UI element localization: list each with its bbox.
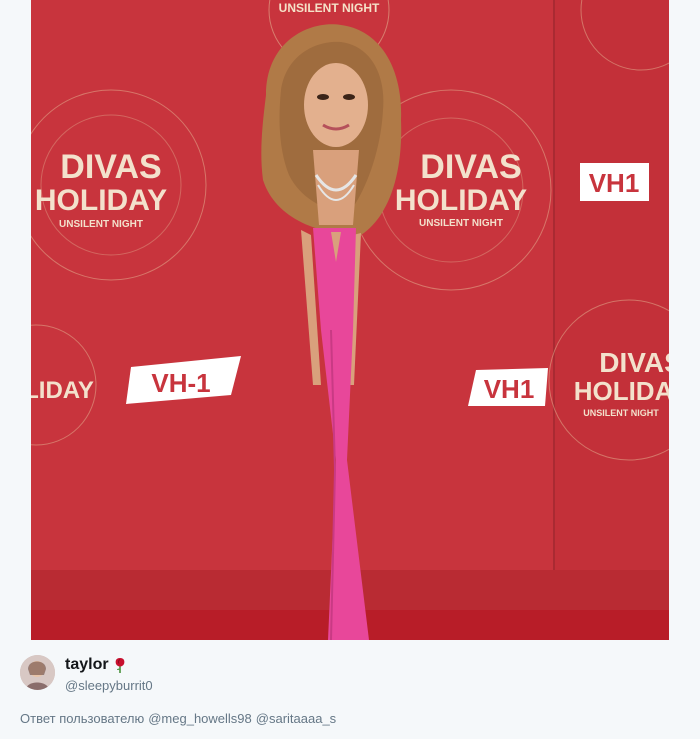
display-name[interactable]: taylor (65, 656, 109, 674)
svg-text:DIVAS: DIVAS (420, 148, 521, 186)
svg-text:VH-1: VH-1 (151, 368, 210, 398)
photo-canvas: UNSILENT NIGHT DIVAS HOLIDAY UNSILENT NI… (31, 0, 669, 640)
svg-text:HOLIDAY: HOLIDAY (574, 376, 669, 406)
reply-mention-link[interactable]: @meg_howells98 (148, 711, 252, 726)
svg-text:UNSILENT NIGHT: UNSILENT NIGHT (583, 408, 659, 418)
svg-text:DIVAS: DIVAS (60, 148, 161, 186)
vh1-logo-top-right: VH1 (580, 163, 649, 201)
svg-text:UNSILENT NIGHT: UNSILENT NIGHT (419, 218, 503, 229)
tweet-photo[interactable]: UNSILENT NIGHT DIVAS HOLIDAY UNSILENT NI… (31, 0, 669, 640)
backdrop-panel-right (554, 0, 669, 615)
svg-text:DIVAS: DIVAS (599, 347, 669, 378)
svg-text:VH1: VH1 (589, 168, 640, 198)
svg-text:UNSILENT NIGHT: UNSILENT NIGHT (279, 1, 380, 15)
svg-text:HOLIDAY: HOLIDAY (35, 184, 167, 217)
author-handle[interactable]: @sleepyburrit0 (65, 678, 153, 693)
avatar[interactable] (20, 655, 55, 690)
reply-context: Ответ пользователю @meg_howells98 @sarit… (20, 711, 336, 726)
svg-text:VH1: VH1 (484, 374, 535, 404)
tweet-author-header: taylor @sleepyburrit0 (20, 652, 680, 693)
vh1-logo-center: VH1 (468, 368, 548, 406)
rose-icon (113, 657, 127, 673)
svg-text:HOLIDAY: HOLIDAY (31, 377, 94, 404)
author-name-line[interactable]: taylor (65, 656, 127, 674)
reply-mention-link[interactable]: @saritaaaa_s (256, 711, 336, 726)
svg-text:UNSILENT NIGHT: UNSILENT NIGHT (59, 219, 143, 230)
reply-prefix: Ответ пользователю (20, 711, 145, 726)
svg-text:HOLIDAY: HOLIDAY (395, 184, 527, 217)
